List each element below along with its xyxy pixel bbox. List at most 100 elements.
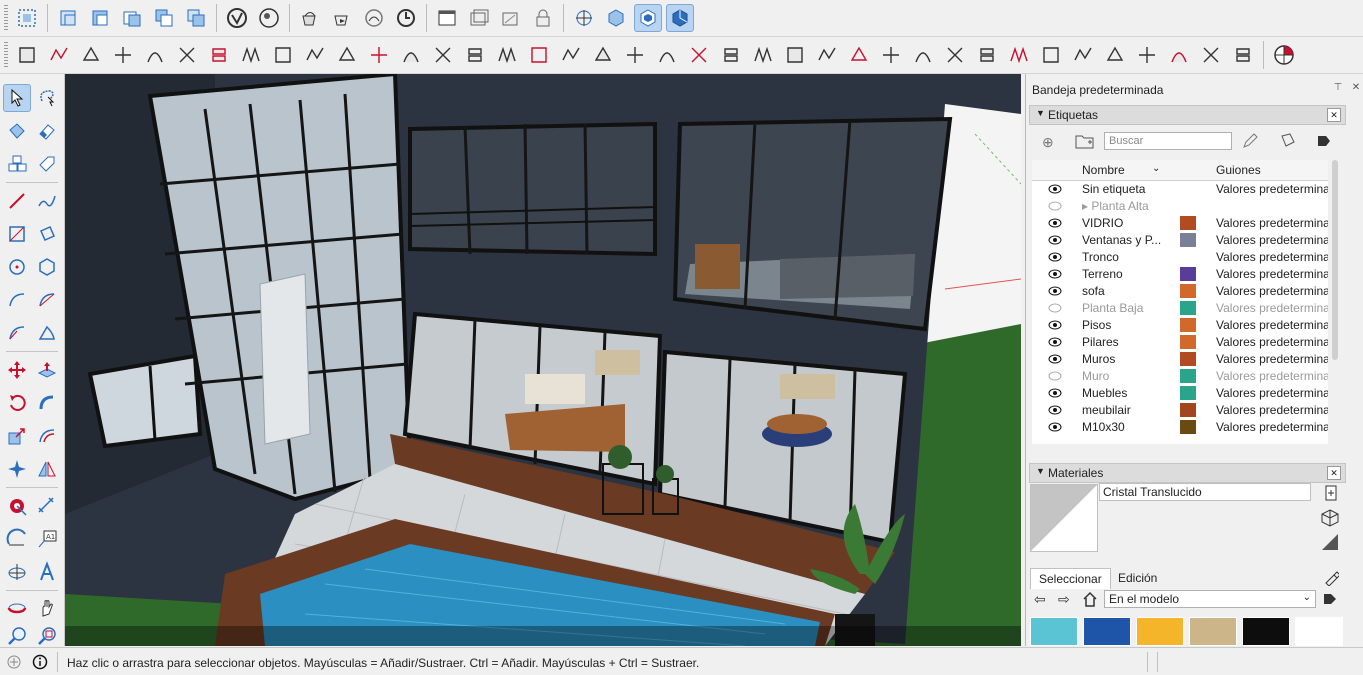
- tag-color-swatch[interactable]: [1180, 335, 1196, 349]
- three-point-arc-icon[interactable]: [3, 319, 31, 347]
- extension-tool-1-icon[interactable]: [13, 41, 41, 69]
- extension-tool-36-icon[interactable]: [1133, 41, 1161, 69]
- pan-tool-icon[interactable]: [33, 594, 61, 622]
- material-swatch[interactable]: [1189, 617, 1237, 646]
- sample-paint-icon[interactable]: [1320, 532, 1340, 552]
- back-arrow-icon[interactable]: ⇦: [1034, 591, 1046, 608]
- dashes-column-header[interactable]: Guiones: [1216, 163, 1261, 177]
- name-column-header[interactable]: Nombre: [1082, 163, 1125, 177]
- flip-tool-icon[interactable]: [33, 455, 61, 483]
- eye-icon[interactable]: [1048, 268, 1062, 280]
- eraser-icon[interactable]: [33, 117, 61, 145]
- extension-tool-30-icon[interactable]: [941, 41, 969, 69]
- view-front-icon[interactable]: [118, 4, 146, 32]
- tag-row[interactable]: sofa Valores predetermina: [1032, 283, 1328, 300]
- forward-arrow-icon[interactable]: ⇨: [1058, 591, 1070, 608]
- extension-tool-6-icon[interactable]: [173, 41, 201, 69]
- tag-color-swatch[interactable]: [1180, 352, 1196, 366]
- tag-color-swatch[interactable]: [1180, 233, 1196, 247]
- extension-tool-38-icon[interactable]: [1197, 41, 1225, 69]
- tape-measure-icon[interactable]: [3, 492, 31, 520]
- rectangle-tool-icon[interactable]: [3, 220, 31, 248]
- eye-icon[interactable]: [1048, 319, 1062, 331]
- view-back-icon[interactable]: [182, 4, 210, 32]
- material-swatch[interactable]: [1030, 617, 1078, 646]
- extension-tool-29-icon[interactable]: [909, 41, 937, 69]
- tag-color-swatch[interactable]: [1180, 216, 1196, 230]
- select-tool-icon[interactable]: [3, 84, 31, 112]
- tag-row[interactable]: Tronco Valores predetermina: [1032, 249, 1328, 266]
- tag-dashes[interactable]: Valores predetermina: [1216, 352, 1328, 366]
- eyedropper-icon[interactable]: [1323, 568, 1339, 586]
- 3d-text-icon[interactable]: [33, 558, 61, 586]
- paint-bucket-icon[interactable]: [296, 4, 324, 32]
- tag-dashes[interactable]: Valores predetermina: [1216, 250, 1328, 264]
- extension-tool-13-icon[interactable]: [397, 41, 425, 69]
- walk-icon[interactable]: [666, 4, 694, 32]
- material-swatch[interactable]: [1242, 617, 1290, 646]
- tag-dashes[interactable]: Valores predetermina: [1216, 182, 1328, 196]
- tag-dashes[interactable]: Valores predetermina: [1216, 216, 1328, 230]
- extension-tool-19-icon[interactable]: [589, 41, 617, 69]
- extension-tool-24-icon[interactable]: [749, 41, 777, 69]
- styles-icon[interactable]: [602, 4, 630, 32]
- extension-tool-14-icon[interactable]: [429, 41, 457, 69]
- tag-color-swatch[interactable]: [1180, 420, 1196, 434]
- tag-dashes[interactable]: Valores predetermina: [1216, 420, 1328, 434]
- geolocation-icon[interactable]: [6, 654, 22, 670]
- model-viewport[interactable]: [65, 74, 1021, 646]
- extension-tool-4-icon[interactable]: [109, 41, 137, 69]
- tags-panel-header[interactable]: ▼ Etiquetas ✕: [1029, 105, 1346, 125]
- tag-dashes[interactable]: Valores predetermina: [1216, 403, 1328, 417]
- extension-tool-34-icon[interactable]: [1069, 41, 1097, 69]
- solid-tools-icon[interactable]: [3, 455, 31, 483]
- extension-tool-22-icon[interactable]: [685, 41, 713, 69]
- tag-color-swatch[interactable]: [1180, 267, 1196, 281]
- section-fill-icon[interactable]: [497, 4, 525, 32]
- material-swatch[interactable]: [1295, 617, 1343, 646]
- tag-color-icon[interactable]: [1278, 132, 1298, 150]
- tag-row[interactable]: Terreno Valores predetermina: [1032, 266, 1328, 283]
- eye-icon[interactable]: [1048, 336, 1062, 348]
- extension-tool-35-icon[interactable]: [1101, 41, 1129, 69]
- pan-view-icon[interactable]: [634, 4, 662, 32]
- tag-color-swatch[interactable]: [1180, 369, 1196, 383]
- tag-row[interactable]: Muro Valores predetermina: [1032, 368, 1328, 385]
- tag-row[interactable]: ▸ Planta Alta: [1032, 198, 1328, 215]
- tag-dashes[interactable]: Valores predetermina: [1216, 284, 1328, 298]
- create-material-icon[interactable]: [1324, 484, 1338, 502]
- view-right-icon[interactable]: [150, 4, 178, 32]
- pin-tray-icon[interactable]: ⊤: [1332, 82, 1344, 94]
- extension-tool-21-icon[interactable]: [653, 41, 681, 69]
- close-panel-icon[interactable]: ✕: [1327, 466, 1341, 480]
- text-tool-icon[interactable]: A1: [33, 525, 61, 553]
- info-icon[interactable]: [32, 654, 48, 670]
- push-pull-icon[interactable]: [328, 4, 356, 32]
- tag-color-swatch[interactable]: [1180, 250, 1196, 264]
- axes-icon[interactable]: [570, 4, 598, 32]
- extension-tool-8-icon[interactable]: [237, 41, 265, 69]
- line-tool-icon[interactable]: [3, 187, 31, 215]
- material-swatch[interactable]: [1136, 617, 1184, 646]
- tag-dashes[interactable]: Valores predetermina: [1216, 318, 1328, 332]
- extension-tool-2-icon[interactable]: [45, 41, 73, 69]
- tag-color-swatch[interactable]: [1180, 284, 1196, 298]
- extension-tool-15-icon[interactable]: [461, 41, 489, 69]
- tag-row[interactable]: Pilares Valores predetermina: [1032, 334, 1328, 351]
- extension-tool-17-icon[interactable]: [525, 41, 553, 69]
- tag-row[interactable]: Muebles Valores predetermina: [1032, 385, 1328, 402]
- extension-tool-5-icon[interactable]: [141, 41, 169, 69]
- undo-history-icon[interactable]: [392, 4, 420, 32]
- tag-color-swatch[interactable]: [1180, 386, 1196, 400]
- collapse-arrow-icon[interactable]: ▼: [1036, 108, 1045, 118]
- select-box-icon[interactable]: [13, 4, 41, 32]
- material-cube-icon[interactable]: [1320, 508, 1340, 528]
- tag-row[interactable]: VIDRIO Valores predetermina: [1032, 215, 1328, 232]
- extension-tool-11-icon[interactable]: [333, 41, 361, 69]
- extension-tool-16-icon[interactable]: [493, 41, 521, 69]
- eye-icon[interactable]: [1048, 251, 1062, 263]
- extension-tool-12-icon[interactable]: [365, 41, 393, 69]
- orbit-tool-icon[interactable]: [3, 594, 31, 622]
- eye-icon[interactable]: [1048, 421, 1062, 433]
- extension-tool-23-icon[interactable]: [717, 41, 745, 69]
